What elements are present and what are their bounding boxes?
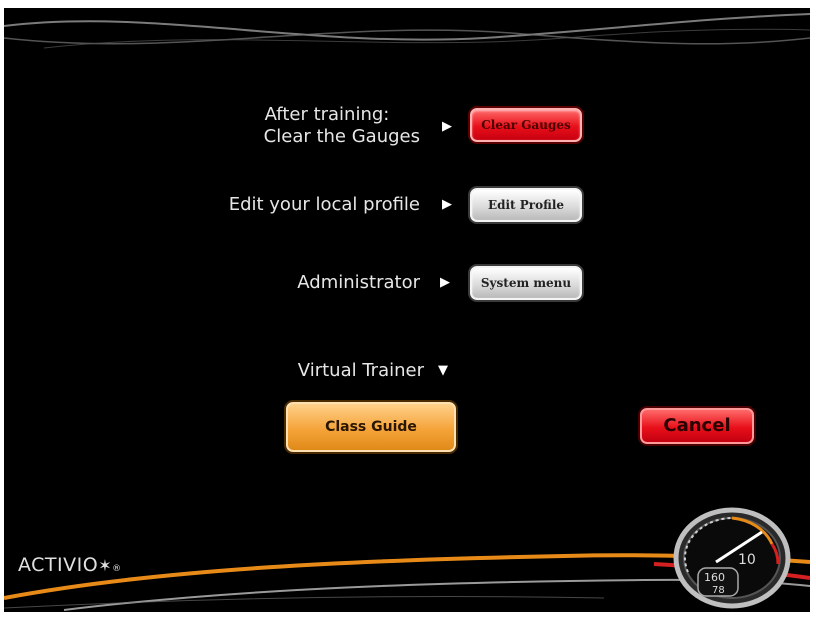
- edit-profile-button[interactable]: Edit Profile: [470, 188, 582, 222]
- right-arrow-icon: ▶: [442, 119, 452, 134]
- class-guide-button[interactable]: Class Guide: [286, 402, 456, 452]
- main-screen: After training: Clear the Gauges ▶ Clear…: [4, 8, 810, 612]
- clear-gauges-button[interactable]: Clear Gauges: [470, 108, 582, 142]
- administrator-label: Administrator: [297, 272, 420, 293]
- cancel-button[interactable]: Cancel: [640, 408, 754, 444]
- system-menu-button[interactable]: System menu: [470, 266, 582, 300]
- logo-text: ACTIVIO: [18, 554, 99, 576]
- logo-registered-mark: ®: [112, 564, 122, 574]
- logo-figure-icon: ✶: [98, 556, 113, 575]
- gauge-readout-bottom: 78: [712, 585, 725, 596]
- after-training-line2: Clear the Gauges: [263, 126, 420, 147]
- down-arrow-icon: ▼: [438, 363, 448, 378]
- gauge-readout-top: 160: [704, 571, 725, 584]
- edit-profile-label: Edit your local profile: [228, 194, 420, 215]
- activio-logo: ACTIVIO✶®: [18, 554, 122, 576]
- right-arrow-icon: ▶: [442, 197, 452, 212]
- gauge-icon: 10 160 78: [673, 507, 791, 609]
- virtual-trainer-label: Virtual Trainer: [297, 360, 424, 381]
- gauge-value: 10: [738, 552, 756, 568]
- after-training-label: After training: Clear the Gauges: [194, 104, 420, 148]
- after-training-line1: After training:: [264, 104, 390, 125]
- right-arrow-icon: ▶: [440, 275, 450, 290]
